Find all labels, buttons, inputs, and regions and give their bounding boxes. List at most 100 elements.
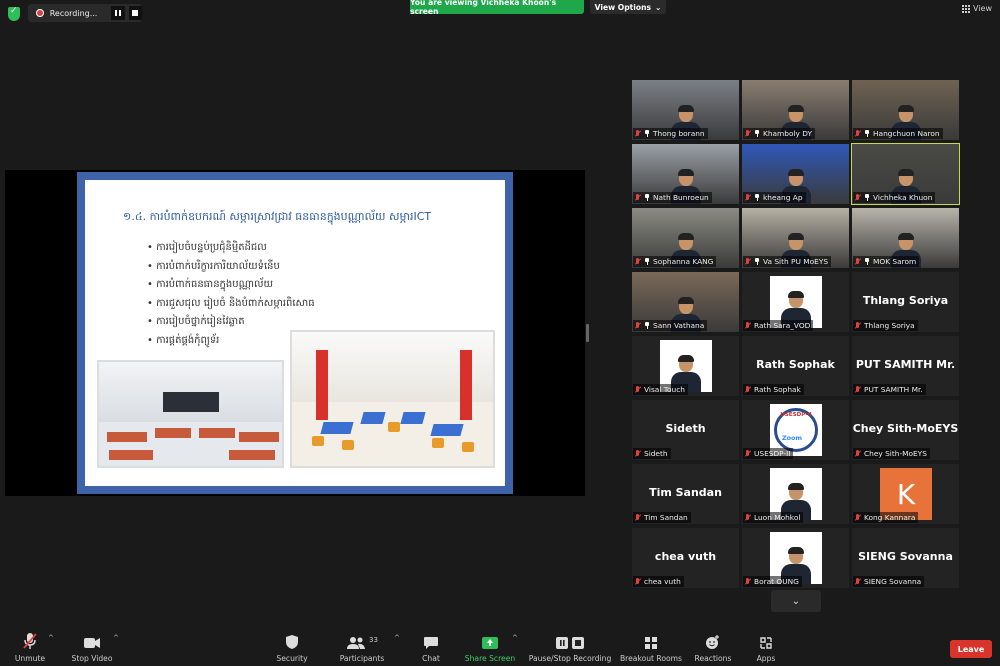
participant-name-label: chea vuth: [633, 576, 684, 587]
participant-tile[interactable]: SIENG Sovanna SIENG Sovanna: [852, 528, 959, 588]
classroom-photo: [290, 330, 495, 468]
stop-video-button[interactable]: Stop Video: [52, 632, 132, 663]
participant-tile[interactable]: Luon Mohkol: [742, 464, 849, 524]
participant-tile[interactable]: Rath Sophak Rath Sophak: [742, 336, 849, 396]
muted-mic-icon: [634, 449, 641, 458]
security-button[interactable]: Security: [252, 632, 332, 663]
slide-bullet: ការរៀបចំបន្ទប់ប្រជុំនិម្មិតដីជល: [147, 240, 315, 259]
participant-display-name: PUT SAMITH Mr.: [855, 358, 956, 371]
participant-tile[interactable]: Vichheka Khuon: [851, 143, 960, 205]
participant-name: Sophanna KANG: [653, 257, 714, 266]
video-camera-icon: [83, 632, 101, 650]
participant-name-label: SIENG Sovanna: [853, 576, 925, 587]
participant-tile[interactable]: Hangchuon Naron: [852, 80, 959, 140]
participant-name: Sideth: [644, 449, 668, 458]
participant-tile[interactable]: Sophanna KANG: [632, 208, 739, 268]
chat-label: Chat: [422, 654, 440, 663]
muted-mic-icon: [634, 513, 641, 522]
presentation-slide: ១.៤. ការបំពាក់ឧបករណ៍ សម្ភារស្រាវជ្រាវ ធន…: [77, 172, 513, 494]
participant-tile[interactable]: USESDP-II Zoom USESDP-II: [742, 400, 849, 460]
pin-icon: [644, 194, 650, 201]
muted-mic-icon: [634, 577, 641, 586]
meeting-room-photo: [97, 360, 284, 468]
participant-name: Vichheka Khuon: [873, 193, 933, 202]
participant-tile[interactable]: Nath Bunroeun: [632, 144, 739, 204]
participant-tile[interactable]: Thlang Soriya Thlang Soriya: [852, 272, 959, 332]
participant-tile[interactable]: kheang Ap: [742, 144, 849, 204]
view-options-button[interactable]: View Options ⌄: [590, 0, 666, 14]
participant-tile[interactable]: Borat OUNG: [742, 528, 849, 588]
apps-icon: [759, 632, 773, 650]
slide-title: ១.៤. ការបំពាក់ឧបករណ៍ សម្ភារស្រាវជ្រាវ ធន…: [123, 210, 432, 223]
pin-icon: [864, 130, 870, 137]
muted-mic-icon: [744, 129, 751, 138]
recording-label: Recording...: [49, 8, 98, 18]
muted-mic-icon: [634, 385, 641, 394]
participant-tile[interactable]: Chey Sith-MoEYS Chey Sith-MoEYS: [852, 400, 959, 460]
stop-recording-button[interactable]: [128, 6, 142, 20]
participant-tile[interactable]: Rath Sara_VOD: [742, 272, 849, 332]
participant-name: Borat OUNG: [754, 577, 799, 586]
shared-screen[interactable]: ១.៤. ការបំពាក់ឧបករណ៍ សម្ភារស្រាវជ្រាវ ធន…: [5, 170, 585, 496]
participant-name-label: Thlang Soriya: [853, 320, 918, 331]
muted-mic-icon: [634, 129, 641, 138]
participant-name-label: Tim Sandan: [633, 512, 691, 523]
participant-name-label: Rath Sara_VOD: [743, 320, 814, 331]
muted-mic-icon: [634, 257, 641, 266]
participant-tile[interactable]: Sideth Sideth: [632, 400, 739, 460]
chevron-down-icon: ⌄: [655, 2, 662, 12]
view-label: View: [973, 4, 992, 13]
share-screen-button[interactable]: Share Screen: [450, 632, 530, 663]
slide-bullet: ការបំពាក់ធនធានក្នុងបណ្ណាល័យ: [147, 277, 315, 296]
participants-icon: 33: [346, 632, 378, 650]
participant-tile[interactable]: Khamboly DY: [742, 80, 849, 140]
encryption-shield-icon[interactable]: [8, 6, 20, 21]
participant-name: Visal Touch: [644, 385, 685, 394]
video-options-caret[interactable]: ^: [113, 634, 119, 642]
muted-mic-icon: [854, 577, 861, 586]
participant-name-label: Va Sith PU MoEYS: [743, 256, 832, 267]
participant-tile[interactable]: chea vuth chea vuth: [632, 528, 739, 588]
participant-name: Rath Sara_VOD: [754, 321, 811, 330]
participant-name-label: Thong borann: [633, 128, 708, 139]
participant-tile[interactable]: MOK Sarom: [852, 208, 959, 268]
pause-recording-button[interactable]: [111, 6, 125, 20]
participant-name: Tim Sandan: [644, 513, 688, 522]
participant-name: Thong borann: [653, 129, 705, 138]
pause-stop-recording-button[interactable]: Pause/Stop Recording: [528, 632, 612, 663]
participant-tile[interactable]: Sann Vathana: [632, 272, 739, 332]
view-options-label: View Options: [594, 2, 652, 12]
participant-name-label: Borat OUNG: [743, 576, 802, 587]
participant-tile[interactable]: PUT SAMITH Mr. PUT SAMITH Mr.: [852, 336, 959, 396]
muted-mic-icon: [744, 385, 751, 394]
participant-tile[interactable]: Va Sith PU MoEYS: [742, 208, 849, 268]
participant-tile[interactable]: Visal Touch: [632, 336, 739, 396]
participant-name: Nath Bunroeun: [653, 193, 709, 202]
participant-name: Sann Vathana: [653, 321, 705, 330]
share-options-caret[interactable]: ^: [512, 634, 518, 642]
participant-tile[interactable]: K Kong Kannara: [852, 464, 959, 524]
slide-bullet: ការបំពាក់បរិក្ខារការិយាល័យទំនើប: [147, 259, 315, 278]
splitter-handle[interactable]: [586, 324, 589, 342]
breakout-rooms-icon: [644, 632, 658, 650]
participant-name: PUT SAMITH Mr.: [864, 385, 923, 394]
unmute-label: Unmute: [14, 654, 46, 663]
muted-mic-icon: [744, 193, 751, 202]
participant-tile[interactable]: Thong borann: [632, 80, 739, 140]
share-screen-icon: [481, 632, 499, 650]
gallery-next-page-button[interactable]: ⌄: [771, 590, 821, 612]
participant-name-label: Khamboly DY: [743, 128, 816, 139]
view-button[interactable]: View: [962, 4, 992, 13]
participant-name: Rath Sophak: [754, 385, 801, 394]
participant-name-label: Rath Sophak: [743, 384, 804, 395]
apps-button[interactable]: Apps: [726, 632, 806, 663]
muted-mic-icon: [854, 193, 861, 202]
pin-icon: [644, 322, 650, 329]
leave-meeting-button[interactable]: Leave: [950, 640, 992, 658]
participants-button[interactable]: 33 Participants: [322, 632, 402, 663]
muted-mic-icon: [744, 513, 751, 522]
participant-display-name: SIENG Sovanna: [858, 550, 953, 563]
participant-name-label: Sophanna KANG: [633, 256, 717, 267]
pin-icon: [754, 258, 760, 265]
participant-tile[interactable]: Tim Sandan Tim Sandan: [632, 464, 739, 524]
